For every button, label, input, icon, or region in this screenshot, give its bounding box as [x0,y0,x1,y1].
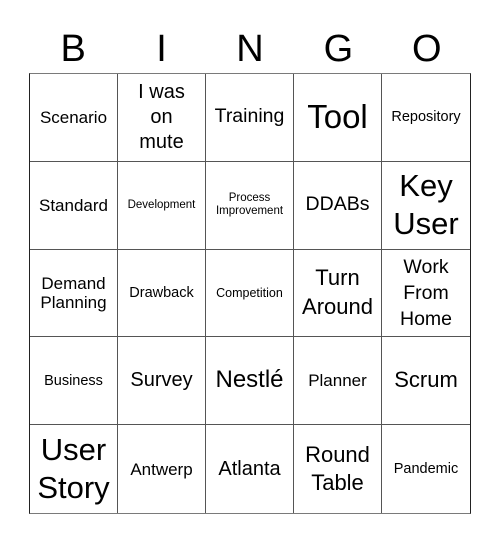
header-letter-b: B [60,28,86,70]
bingo-cell[interactable]: Planner [294,337,382,426]
bingo-cell[interactable]: Competition [206,249,294,338]
bingo-cell[interactable]: Demand Planning [30,249,118,338]
bingo-cell[interactable]: Key User [382,162,470,250]
bingo-grid: Scenario I was on mute Training Tool Rep… [29,73,471,514]
header-letter-i: I [156,28,167,70]
bingo-cell[interactable]: Scenario [30,74,118,162]
bingo-cell[interactable]: Work From Home [382,250,470,338]
bingo-cell[interactable]: Standard [30,161,118,250]
bingo-cell[interactable]: Antwerp [118,425,206,513]
bingo-cell[interactable]: Drawback [118,249,206,338]
bingo-cell[interactable]: Atlanta [206,425,294,513]
bingo-cell[interactable]: Scrum [382,337,470,426]
bingo-cell[interactable]: Development [118,161,206,250]
bingo-cell[interactable]: I was on mute [118,74,206,162]
header-letter-n: N [236,28,264,70]
bingo-cell[interactable]: Business [30,337,118,426]
bingo-cell[interactable]: Survey [118,337,206,426]
bingo-header: B I N G O [29,20,471,73]
bingo-cell[interactable]: Process Improvement [206,161,294,250]
bingo-cell[interactable]: Pandemic [382,425,470,513]
header-letter-o: O [411,28,442,70]
bingo-cell[interactable]: DDABs [294,161,382,250]
bingo-cell[interactable]: User Story [30,425,118,513]
header-letter-g: G [323,28,354,70]
bingo-cell[interactable]: Repository [382,74,470,162]
bingo-cell[interactable]: Training [206,74,294,162]
bingo-cell[interactable]: Tool [294,74,382,162]
bingo-cell[interactable]: Turn Around [294,249,382,338]
bingo-cell[interactable]: Nestlé [206,337,294,426]
bingo-cell[interactable]: Round Table [294,425,382,513]
